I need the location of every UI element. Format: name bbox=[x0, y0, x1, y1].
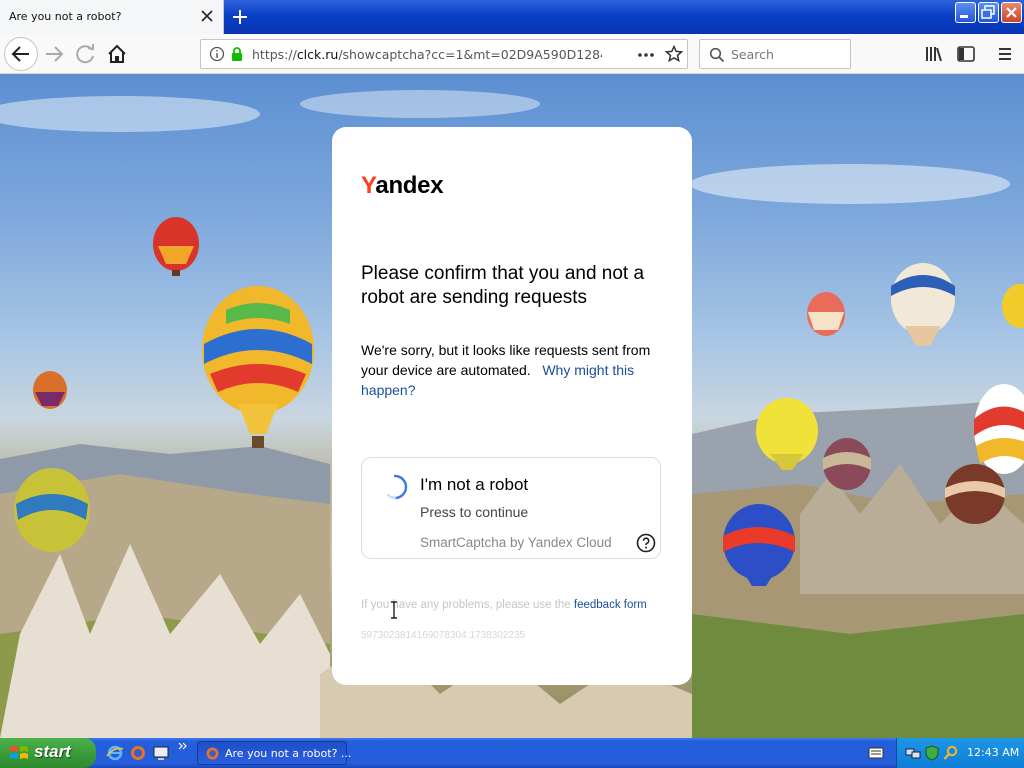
yandex-logo: Yandex bbox=[361, 172, 444, 200]
browser-tab-strip: Are you not a robot? bbox=[0, 0, 1024, 34]
tab-close-icon[interactable] bbox=[199, 8, 215, 24]
feedback-note: If you have any problems, please use the… bbox=[361, 599, 671, 611]
system-tray: 12:43 AM bbox=[896, 738, 1024, 768]
clock: 12:43 AM bbox=[967, 746, 1020, 759]
page-actions-icon[interactable] bbox=[636, 47, 656, 63]
captcha-card: Yandex Please confirm that you and not a… bbox=[332, 127, 692, 685]
url-text: https://clck.ru/showcaptcha?cc=1&mt=02D9… bbox=[252, 47, 602, 62]
feedback-form-link[interactable]: feedback form bbox=[574, 599, 647, 611]
keyboard-layout-icon[interactable] bbox=[868, 746, 884, 760]
captcha-checkbox-widget[interactable]: I'm not a robot Press to continue SmartC… bbox=[361, 457, 661, 559]
info-icon[interactable] bbox=[209, 46, 225, 62]
bookmark-star-icon[interactable] bbox=[665, 45, 683, 63]
window-minimize-button[interactable] bbox=[955, 2, 976, 23]
window-close-button[interactable] bbox=[1001, 2, 1022, 23]
url-host: clck.ru bbox=[296, 47, 339, 62]
captcha-title: I'm not a robot bbox=[420, 475, 529, 494]
logo-rest: andex bbox=[375, 172, 444, 199]
web-page: Yandex Please confirm that you and not a… bbox=[0, 74, 1024, 738]
internet-explorer-icon[interactable] bbox=[106, 744, 124, 762]
show-desktop-icon[interactable] bbox=[152, 744, 170, 762]
lock-icon[interactable] bbox=[230, 46, 244, 62]
taskbar: start Are you not a robot? ... 12:43 AM bbox=[0, 738, 1024, 768]
taskbar-window-button[interactable]: Are you not a robot? ... bbox=[197, 741, 351, 765]
close-icon bbox=[1006, 7, 1017, 18]
back-arrow-icon bbox=[11, 46, 29, 62]
page-title: Please confirm that you and not a robot … bbox=[361, 263, 645, 308]
start-label: start bbox=[34, 742, 71, 761]
quicklaunch-overflow-icon[interactable] bbox=[178, 741, 188, 751]
back-button[interactable] bbox=[4, 37, 38, 71]
url-path: /showcaptcha?cc=1&mt=02D9A590D1284F1D4 bbox=[338, 47, 602, 62]
taskbar-window-label: Are you not a robot? ... bbox=[225, 747, 352, 760]
firefox-window-icon bbox=[206, 747, 219, 760]
windows-logo-icon bbox=[10, 746, 28, 759]
library-icon[interactable] bbox=[924, 44, 944, 64]
search-icon bbox=[709, 47, 725, 63]
request-id: 5973023814169078304:1738302235 bbox=[361, 630, 526, 641]
captcha-subtitle: Press to continue bbox=[420, 504, 529, 520]
window-restore-button[interactable] bbox=[978, 2, 999, 23]
loading-spinner-icon bbox=[386, 474, 408, 500]
captcha-brand: SmartCaptcha by Yandex Cloud bbox=[420, 535, 612, 550]
new-tab-icon[interactable] bbox=[229, 6, 251, 28]
address-bar[interactable]: https://clck.ru/showcaptcha?cc=1&mt=02D9… bbox=[200, 39, 688, 69]
reload-icon[interactable] bbox=[70, 38, 102, 70]
text-cursor-icon bbox=[391, 601, 397, 619]
search-tray-icon[interactable] bbox=[943, 745, 959, 761]
url-prefix: https:// bbox=[252, 47, 297, 62]
firefox-quicklaunch-icon[interactable] bbox=[129, 744, 147, 762]
search-placeholder: Search bbox=[731, 47, 774, 62]
start-button[interactable]: start bbox=[0, 738, 96, 768]
security-shield-icon[interactable] bbox=[924, 745, 940, 761]
menu-icon[interactable] bbox=[995, 44, 1015, 64]
restore-icon bbox=[981, 5, 995, 19]
network-icon[interactable] bbox=[905, 745, 921, 761]
browser-tab-active[interactable]: Are you not a robot? bbox=[0, 0, 224, 34]
help-icon[interactable] bbox=[636, 533, 656, 553]
home-icon[interactable] bbox=[101, 38, 133, 70]
tab-title: Are you not a robot? bbox=[9, 10, 122, 23]
minimize-icon bbox=[960, 15, 968, 18]
forward-arrow-icon[interactable] bbox=[38, 38, 70, 70]
sidebar-icon[interactable] bbox=[956, 44, 976, 64]
logo-letter-y: Y bbox=[361, 172, 376, 199]
search-input[interactable]: Search bbox=[699, 39, 851, 69]
explanation-text: We're sorry, but it looks like requests … bbox=[361, 340, 666, 400]
navigation-toolbar: https://clck.ru/showcaptcha?cc=1&mt=02D9… bbox=[0, 34, 1024, 74]
